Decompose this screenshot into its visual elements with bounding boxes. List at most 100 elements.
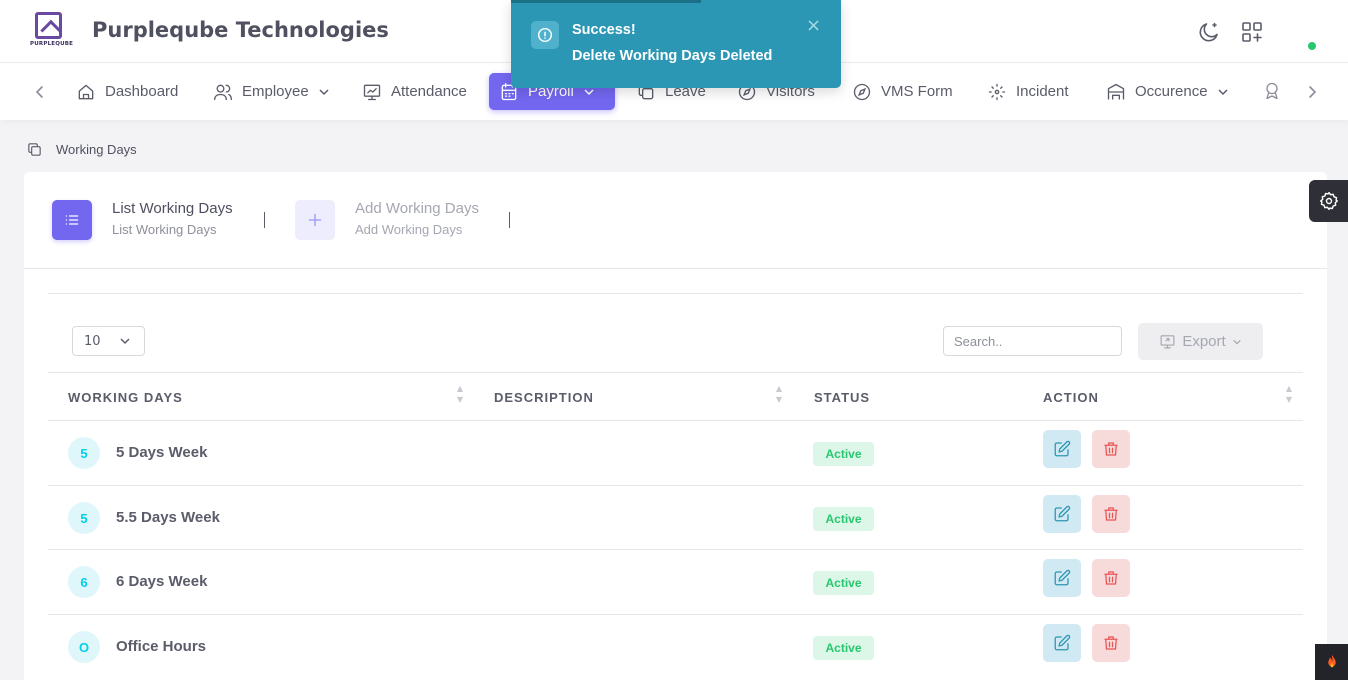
fire-icon[interactable]	[1315, 644, 1348, 680]
chevron-down-icon	[120, 338, 130, 345]
chevron-down-icon	[1232, 339, 1241, 345]
list-icon[interactable]	[52, 200, 92, 240]
status-badge: Active	[813, 442, 874, 466]
nav-attendance[interactable]: Attendance	[352, 73, 477, 110]
sort-icon[interactable]: ▲ ▼	[773, 383, 785, 411]
avatar: 6	[68, 566, 100, 598]
logo-text: PURPLEQUBE	[30, 41, 74, 47]
table-header: WORKING DAYS ▲ ▼ DESCRIPTION ▲ ▼ STATUS AC…	[48, 372, 1303, 421]
edit-icon	[1054, 569, 1071, 586]
working-days-name: Office Hours	[116, 638, 207, 655]
edit-button[interactable]	[1043, 430, 1081, 468]
alert-circle-icon	[531, 21, 559, 49]
toast-progress-bar	[511, 0, 701, 3]
tab-bar: List Working Days List Working Days Add …	[24, 172, 1327, 269]
nav-label: Attendance	[391, 83, 467, 100]
nav-label: Incident	[1016, 83, 1069, 100]
tab-list-working-days[interactable]: List Working Days	[112, 200, 233, 217]
edit-button[interactable]	[1043, 495, 1081, 533]
moon-icon[interactable]	[1197, 20, 1221, 44]
export-button[interactable]: Export	[1138, 323, 1263, 360]
toast-message: Delete Working Days Deleted	[572, 48, 773, 64]
export-label: Export	[1182, 333, 1226, 350]
apps-grid-icon[interactable]	[1240, 20, 1264, 44]
avatar: O	[68, 631, 100, 663]
home-icon	[78, 84, 94, 99]
copy-icon	[28, 143, 41, 156]
nav-label: Employee	[242, 83, 309, 100]
nav-incident[interactable]: Incident	[977, 73, 1079, 110]
chevron-down-icon	[1218, 88, 1228, 95]
presentation-icon	[363, 84, 381, 100]
page-length-select[interactable]: 10	[72, 326, 145, 356]
status-badge: Active	[813, 507, 874, 531]
tab-separator	[509, 212, 510, 228]
sort-icon[interactable]: ▲ ▼	[454, 383, 466, 411]
tab-add-subtitle: Add Working Days	[355, 222, 463, 237]
nav-employee[interactable]: Employee	[203, 73, 340, 110]
working-days-name: 6 Days Week	[116, 573, 208, 590]
company-name: Purpleqube Technologies	[92, 18, 389, 42]
focus-icon	[988, 83, 1006, 100]
online-status-dot	[1308, 42, 1316, 50]
table-row: 5 5 Days Week Active	[48, 421, 1303, 486]
edit-icon	[1054, 505, 1071, 522]
users-icon	[214, 84, 232, 100]
avatar: 5	[68, 437, 100, 469]
table-row: O Office Hours Active	[48, 615, 1303, 680]
edit-icon	[1054, 634, 1071, 651]
search-input[interactable]	[943, 326, 1122, 356]
plus-icon[interactable]	[295, 200, 335, 240]
nav-occurence[interactable]: Occurence	[1096, 73, 1239, 110]
nav-vms-form[interactable]: VMS Form	[842, 73, 963, 110]
tab-add-working-days[interactable]: Add Working Days	[355, 200, 479, 217]
column-header-description[interactable]: DESCRIPTION	[494, 390, 594, 405]
delete-button[interactable]	[1092, 624, 1130, 662]
table-row: 6 6 Days Week Active	[48, 550, 1303, 615]
column-header-status[interactable]: STATUS	[814, 390, 870, 405]
working-days-card: List Working Days List Working Days Add …	[24, 172, 1327, 680]
nav-label: Occurence	[1135, 83, 1208, 100]
column-header-working-days[interactable]: WORKING DAYS	[68, 390, 183, 405]
company-logo[interactable]: PURPLEQUBE	[30, 12, 74, 52]
success-toast: Success! Delete Working Days Deleted ×	[511, 0, 841, 88]
trash-icon	[1104, 636, 1118, 650]
avatar: 5	[68, 502, 100, 534]
toast-close-button[interactable]: ×	[806, 16, 821, 36]
chevron-down-icon	[319, 88, 329, 95]
nav-label: Dashboard	[105, 83, 179, 100]
status-badge: Active	[813, 571, 874, 595]
delete-button[interactable]	[1092, 559, 1130, 597]
building-icon	[1107, 83, 1125, 99]
edit-button[interactable]	[1043, 624, 1081, 662]
trash-icon	[1104, 507, 1118, 521]
working-days-name: 5 Days Week	[116, 444, 208, 461]
settings-customizer-button[interactable]	[1309, 180, 1348, 222]
table-container: 10 Export WORKING DAYS ▲▼ DESCRIPTION ▲▼…	[48, 293, 1303, 680]
working-days-name: 5.5 Days Week	[116, 509, 220, 526]
tab-separator	[264, 212, 265, 228]
compass-icon	[853, 83, 871, 100]
nav-scroll-right-icon[interactable]	[1302, 82, 1322, 102]
award-icon[interactable]	[1262, 81, 1282, 101]
edit-icon	[1054, 440, 1071, 457]
delete-button[interactable]	[1092, 495, 1130, 533]
gear-icon	[1319, 191, 1338, 211]
column-header-action: ACTION	[1043, 390, 1099, 405]
status-badge: Active	[813, 636, 874, 660]
nav-label: VMS Form	[881, 83, 953, 100]
breadcrumb-label: Working Days	[56, 142, 137, 157]
breadcrumb: Working Days	[26, 141, 137, 158]
monitor-share-icon	[1160, 335, 1175, 349]
edit-button[interactable]	[1043, 559, 1081, 597]
page-length-value: 10	[84, 333, 101, 349]
table-row: 5 5.5 Days Week Active	[48, 486, 1303, 550]
sort-icon[interactable]: ▲ ▼	[1283, 383, 1295, 411]
trash-icon	[1104, 571, 1118, 585]
toast-title: Success!	[572, 22, 636, 38]
tab-list-subtitle: List Working Days	[112, 222, 217, 237]
trash-icon	[1104, 442, 1118, 456]
nav-dashboard[interactable]: Dashboard	[66, 73, 188, 110]
nav-scroll-left-icon[interactable]	[30, 82, 50, 102]
delete-button[interactable]	[1092, 430, 1130, 468]
